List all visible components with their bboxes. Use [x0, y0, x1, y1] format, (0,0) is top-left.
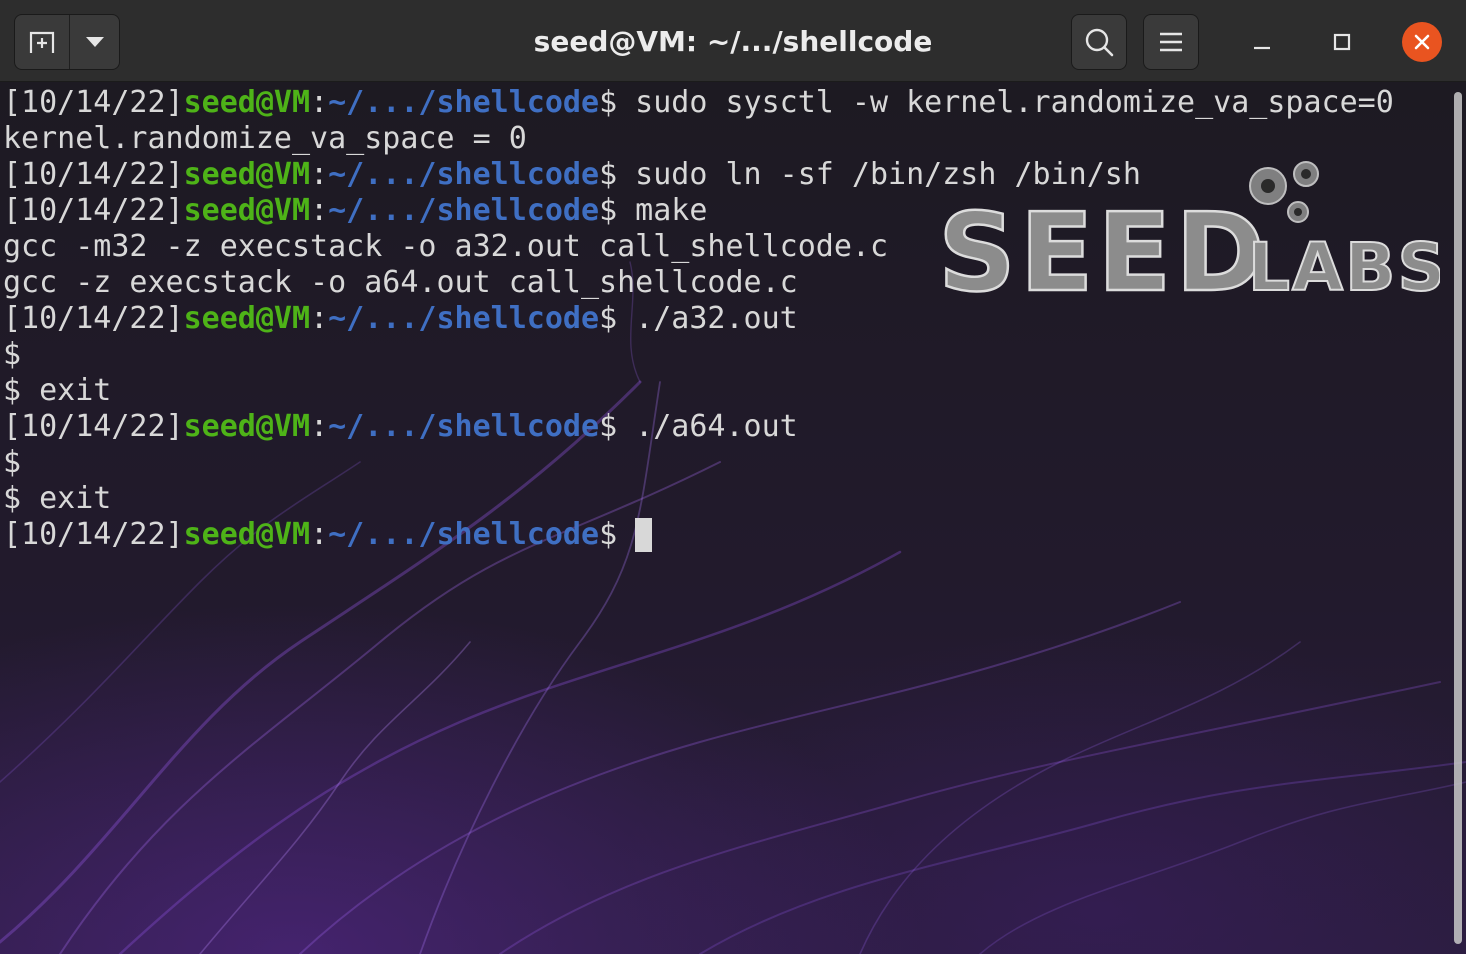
prompt-colon: : [310, 85, 329, 120]
prompt-user: seed@VM [183, 85, 311, 120]
close-button[interactable] [1402, 22, 1442, 62]
terminal-window: seed@VM: ~/.../shellcode SEED LABS [10/1… [0, 0, 1466, 954]
output-line: $ [3, 337, 1394, 373]
prompt-user: seed@VM [183, 517, 311, 552]
prompt-path: ~/.../shellcode [328, 409, 600, 444]
prompt-dollar: $ [599, 409, 618, 444]
menu-button[interactable] [1143, 14, 1199, 70]
prompt-dollar: $ [599, 157, 618, 192]
window-title: seed@VM: ~/.../shellcode [533, 24, 933, 58]
terminal-output: [10/14/22]seed@VM:~/.../shellcode$ sudo … [3, 85, 1394, 553]
tab-menu-button[interactable] [69, 15, 119, 69]
command-text: sudo sysctl -w kernel.randomize_va_space… [617, 85, 1394, 120]
prompt-date: [10/14/22] [3, 85, 184, 120]
output-line: kernel.randomize_va_space = 0 [3, 121, 1394, 157]
output-text: $ exit [3, 481, 112, 516]
text-cursor [635, 518, 653, 552]
terminal-area[interactable]: SEED LABS [10/14/22]seed@VM:~/.../shellc… [0, 82, 1466, 954]
output-text: $ exit [3, 373, 112, 408]
prompt-dollar: $ [599, 85, 618, 120]
minimize-button[interactable] [1242, 22, 1282, 62]
output-text: kernel.randomize_va_space = 0 [3, 121, 527, 156]
prompt-line: [10/14/22]seed@VM:~/.../shellcode$ [3, 517, 1394, 553]
new-tab-icon [30, 31, 55, 53]
prompt-colon: : [310, 301, 329, 336]
prompt-path: ~/.../shellcode [328, 193, 600, 228]
output-line: gcc -z execstack -o a64.out call_shellco… [3, 265, 1394, 301]
tab-controls [14, 14, 120, 70]
command-text: sudo ln -sf /bin/zsh /bin/sh [617, 157, 1141, 192]
search-button[interactable] [1071, 14, 1127, 70]
title-bar: seed@VM: ~/.../shellcode [0, 0, 1466, 82]
search-icon [1085, 28, 1114, 57]
prompt-date: [10/14/22] [3, 301, 184, 336]
close-icon [1414, 34, 1430, 50]
output-text: gcc -z execstack -o a64.out call_shellco… [3, 265, 798, 300]
prompt-colon: : [310, 157, 329, 192]
prompt-path: ~/.../shellcode [328, 157, 600, 192]
prompt-colon: : [310, 517, 329, 552]
prompt-line: [10/14/22]seed@VM:~/.../shellcode$ ./a64… [3, 409, 1394, 445]
output-text: $ [3, 445, 22, 480]
command-text: ./a64.out [617, 409, 798, 444]
output-line: $ exit [3, 481, 1394, 517]
prompt-date: [10/14/22] [3, 409, 184, 444]
prompt-user: seed@VM [183, 157, 311, 192]
prompt-line: [10/14/22]seed@VM:~/.../shellcode$ make [3, 193, 1394, 229]
prompt-dollar: $ [599, 193, 618, 228]
prompt-dollar: $ [599, 517, 618, 552]
output-text: $ [3, 337, 22, 372]
prompt-colon: : [310, 193, 329, 228]
output-line: gcc -m32 -z execstack -o a32.out call_sh… [3, 229, 1394, 265]
prompt-dollar: $ [599, 301, 618, 336]
command-text [617, 517, 635, 552]
output-line: $ [3, 445, 1394, 481]
maximize-icon [1333, 33, 1351, 51]
prompt-line: [10/14/22]seed@VM:~/.../shellcode$ sudo … [3, 157, 1394, 193]
hamburger-menu-icon [1160, 32, 1182, 52]
prompt-date: [10/14/22] [3, 193, 184, 228]
prompt-path: ~/.../shellcode [328, 85, 600, 120]
chevron-down-icon [85, 37, 104, 47]
prompt-date: [10/14/22] [3, 517, 184, 552]
prompt-date: [10/14/22] [3, 157, 184, 192]
output-text: gcc -m32 -z execstack -o a32.out call_sh… [3, 229, 889, 264]
command-text: ./a32.out [617, 301, 798, 336]
prompt-user: seed@VM [183, 301, 311, 336]
prompt-path: ~/.../shellcode [328, 517, 600, 552]
prompt-user: seed@VM [183, 193, 311, 228]
output-line: $ exit [3, 373, 1394, 409]
maximize-button[interactable] [1322, 22, 1362, 62]
new-tab-button[interactable] [15, 15, 69, 69]
prompt-line: [10/14/22]seed@VM:~/.../shellcode$ ./a32… [3, 301, 1394, 337]
prompt-user: seed@VM [183, 409, 311, 444]
command-text: make [617, 193, 708, 228]
prompt-colon: : [310, 409, 329, 444]
scrollbar-thumb[interactable] [1454, 92, 1462, 944]
prompt-path: ~/.../shellcode [328, 301, 600, 336]
prompt-line: [10/14/22]seed@VM:~/.../shellcode$ sudo … [3, 85, 1394, 121]
minimize-icon [1254, 46, 1270, 50]
